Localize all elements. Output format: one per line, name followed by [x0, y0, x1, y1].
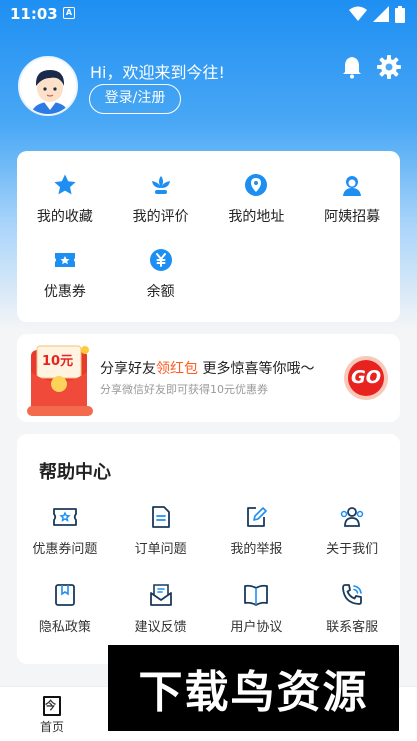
- coupon-icon: [17, 247, 113, 273]
- help-item-label: 关于我们: [326, 542, 379, 557]
- bell-icon[interactable]: [340, 55, 364, 83]
- privacy-bookmark-icon: [17, 582, 113, 608]
- help-item-label: 订单问题: [134, 542, 187, 557]
- tab-home-label: 首页: [39, 720, 64, 734]
- battery-icon: [395, 6, 405, 23]
- tab-home[interactable]: 今 首页: [0, 687, 104, 741]
- login-register-button[interactable]: 登录/注册: [89, 84, 181, 114]
- go-button[interactable]: GO: [343, 355, 389, 405]
- coupon-issues-item[interactable]: 优惠券问题: [17, 504, 113, 557]
- yen-icon: [113, 247, 209, 273]
- quick-action-label: 我的地址: [228, 209, 285, 225]
- quick-action-label: 我的评价: [132, 209, 189, 225]
- quick-actions-card: 我的收藏 我的评价 我的地址 阿姨招募 优惠券 余额: [17, 151, 400, 322]
- my-reviews-item[interactable]: 我的评价: [113, 172, 209, 226]
- notification-indicator-icon: A: [63, 7, 75, 19]
- quick-action-label: 优惠券: [43, 284, 86, 300]
- my-reports-item[interactable]: 我的举报: [209, 504, 305, 557]
- phone-icon: [304, 582, 400, 608]
- help-item-label: 隐私政策: [38, 620, 91, 635]
- help-item-label: 联系客服: [326, 620, 379, 635]
- nanny-recruit-item[interactable]: 阿姨招募: [304, 172, 400, 226]
- coupon-question-icon: [17, 504, 113, 530]
- promo-title-prefix: 分享好友: [100, 361, 156, 377]
- privacy-policy-item[interactable]: 隐私政策: [17, 582, 113, 635]
- feedback-item[interactable]: 建议反馈: [113, 582, 209, 635]
- about-us-item[interactable]: 关于我们: [304, 504, 400, 557]
- share-promo-banner[interactable]: 10元 分享好友领红包 更多惊喜等你哦～ 分享微信好友即可获得10元优惠券 GO: [17, 334, 400, 422]
- order-issues-item[interactable]: 订单问题: [113, 504, 209, 557]
- user-agreement-item[interactable]: 用户协议: [209, 582, 305, 635]
- wifi-icon: [349, 6, 367, 21]
- help-item-label: 建议反馈: [134, 620, 187, 635]
- location-pin-icon: [209, 172, 305, 198]
- home-tab-glyph: 今: [45, 699, 56, 712]
- help-item-label: 我的举报: [230, 542, 283, 557]
- envelope-amount-badge: 10元: [42, 354, 74, 369]
- promo-title-highlight: 领红包: [156, 361, 198, 377]
- open-book-icon: [209, 582, 305, 608]
- my-favorites-item[interactable]: 我的收藏: [17, 172, 113, 226]
- team-icon: [304, 504, 400, 530]
- promo-subtitle: 分享微信好友即可获得10元优惠券: [100, 383, 268, 396]
- feedback-mail-icon: [113, 582, 209, 608]
- go-button-label: GO: [350, 367, 382, 388]
- status-bar: 11:03 A: [0, 0, 417, 30]
- help-center-card: 帮助中心 优惠券问题 订单问题 我的举报 关于我们 隐私政策 建议反馈 用户协议…: [17, 434, 400, 664]
- lotus-icon: [113, 172, 209, 198]
- report-edit-icon: [209, 504, 305, 530]
- order-doc-icon: [113, 504, 209, 530]
- avatar[interactable]: [18, 56, 78, 116]
- promo-title: 分享好友领红包 更多惊喜等你哦～: [100, 358, 314, 378]
- my-address-item[interactable]: 我的地址: [209, 172, 305, 226]
- cell-signal-icon: [373, 6, 389, 22]
- gear-icon[interactable]: [377, 55, 401, 83]
- coupons-item[interactable]: 优惠券: [17, 247, 113, 301]
- watermark-logo: 下载鸟资源: [108, 645, 399, 731]
- quick-action-label: 阿姨招募: [324, 209, 381, 225]
- contact-support-item[interactable]: 联系客服: [304, 582, 400, 635]
- status-time: 11:03: [10, 5, 58, 23]
- help-center-title: 帮助中心: [39, 462, 111, 483]
- balance-item[interactable]: 余额: [113, 247, 209, 301]
- promo-title-suffix: 更多惊喜等你哦～: [198, 361, 315, 377]
- quick-action-label: 余额: [146, 284, 175, 300]
- star-icon: [17, 172, 113, 198]
- quick-action-label: 我的收藏: [36, 209, 93, 225]
- greeting-text: Hi，欢迎来到今往!: [90, 63, 225, 82]
- help-item-label: 用户协议: [230, 620, 283, 635]
- help-item-label: 优惠券问题: [32, 542, 98, 557]
- nanny-icon: [304, 172, 400, 198]
